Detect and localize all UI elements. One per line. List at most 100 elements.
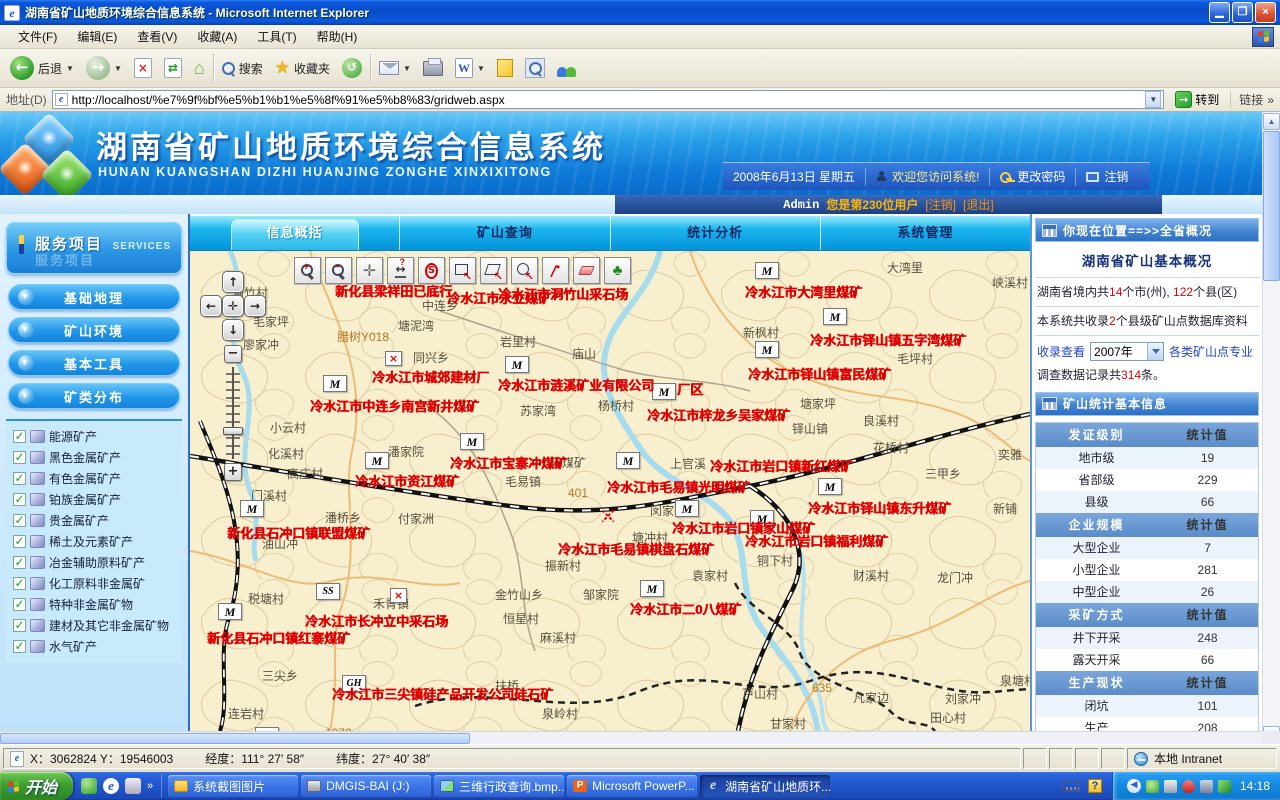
tray-icon[interactable] xyxy=(1146,780,1159,793)
scale-tool[interactable]: S xyxy=(418,257,445,284)
mine-label[interactable]: 冷水江市宝寨冲煤矿 xyxy=(450,457,567,470)
tab-信息概括[interactable]: 信息概括 xyxy=(190,216,400,250)
mine-marker[interactable]: M xyxy=(755,341,779,358)
layer-item[interactable]: ✓建材及其它非金属矿物 xyxy=(6,615,182,636)
vertical-scroll-thumb[interactable] xyxy=(1263,131,1280,281)
layer-checkbox[interactable]: ✓ xyxy=(13,535,26,548)
page-horizontal-scrollbar[interactable] xyxy=(0,731,1262,744)
sidebar-button[interactable]: ▼基础地理 xyxy=(8,284,180,310)
mine-label[interactable]: 冷水江市洞竹山采石场 xyxy=(498,288,628,301)
mine-label[interactable]: 冷水江市岩口镇福利煤矿 xyxy=(745,535,888,548)
mine-marker[interactable]: M xyxy=(652,383,676,400)
mine-marker[interactable]: M xyxy=(218,603,242,620)
tray-icon[interactable] xyxy=(1164,780,1177,793)
menu-item[interactable]: 帮助(H) xyxy=(307,25,368,48)
mine-label[interactable]: 冷水江市三尖镇硅产品开发公司硅石矿 xyxy=(332,688,553,701)
quick-launch-icon[interactable] xyxy=(125,778,141,794)
mine-symbol-marker[interactable]: DP xyxy=(255,727,279,731)
layer-checkbox[interactable]: ✓ xyxy=(13,598,26,611)
layer-item[interactable]: ✓铂族金属矿产 xyxy=(6,489,182,510)
mine-marker[interactable]: M xyxy=(460,433,484,450)
mine-label[interactable]: 冷水江市二0八煤矿 xyxy=(630,603,741,616)
sidebar-button[interactable]: ▼矿山环境 xyxy=(8,317,180,343)
mine-label[interactable]: 厂区 xyxy=(677,383,703,396)
logout-text-link[interactable]: [注销] xyxy=(925,196,956,213)
circle-select-tool[interactable]: ↖ xyxy=(511,257,538,284)
close-button[interactable]: × xyxy=(1255,2,1276,23)
layer-checkbox[interactable]: ✓ xyxy=(13,514,26,527)
sidebar-button[interactable]: ▼矿类分布 xyxy=(8,383,180,409)
horizontal-scroll-thumb[interactable] xyxy=(0,733,470,744)
eraser-tool[interactable] xyxy=(573,257,600,284)
mine-marker[interactable]: M xyxy=(823,308,847,325)
mine-marker[interactable]: M xyxy=(675,500,699,517)
mine-label[interactable]: 冷水江市长冲立中采石场 xyxy=(305,615,448,628)
page-vertical-scrollbar[interactable]: ▲ ▼ xyxy=(1262,112,1280,744)
layer-item[interactable]: ✓化工原料非金属矿 xyxy=(6,573,182,594)
layer-item[interactable]: ✓稀土及元素矿产 xyxy=(6,531,182,552)
layer-item[interactable]: ✓特种非金属矿物 xyxy=(6,594,182,615)
measure-tool[interactable]: ↔? xyxy=(387,257,414,284)
closed-mine-marker[interactable]: × xyxy=(390,588,407,603)
links-more-icon[interactable]: » xyxy=(1267,93,1274,107)
links-button[interactable]: 链接 » xyxy=(1230,91,1274,108)
taskbar-task[interactable]: 三维行政查询.bmp... xyxy=(434,775,564,798)
home-button[interactable]: ⌂ xyxy=(190,57,209,79)
pan-down-button[interactable]: ↓ xyxy=(222,319,244,341)
layer-checkbox[interactable]: ✓ xyxy=(13,577,26,590)
favorites-button[interactable]: ★ 收藏夹 xyxy=(271,58,334,79)
mine-label[interactable]: 冷水江市城郊建材厂 xyxy=(372,371,489,384)
center-map-button[interactable]: ✛ xyxy=(222,295,244,317)
layer-checkbox[interactable]: ✓ xyxy=(13,619,26,632)
layer-checkbox[interactable]: ✓ xyxy=(13,640,26,653)
scroll-up-icon[interactable]: ▲ xyxy=(1263,113,1280,130)
rect-select-tool[interactable]: ↖ xyxy=(449,257,476,284)
mine-marker[interactable]: M xyxy=(755,262,779,279)
mine-marker[interactable]: M xyxy=(818,478,842,495)
tray-collapse-icon[interactable]: ◀ xyxy=(1127,779,1141,793)
tab-系统管理[interactable]: 系统管理 xyxy=(821,216,1030,250)
stop-button[interactable]: × xyxy=(130,56,156,80)
pan-right-button[interactable]: → xyxy=(244,295,266,317)
mine-label[interactable]: 冷水江市铎山镇东升煤矿 xyxy=(808,502,951,515)
layer-checkbox[interactable]: ✓ xyxy=(13,556,26,569)
forward-dropdown-icon[interactable]: ▼ xyxy=(114,64,122,73)
mine-label[interactable]: 冷水江市毛易镇光明煤矿 xyxy=(607,481,750,494)
tab-统计分析[interactable]: 统计分析 xyxy=(611,216,821,250)
zoom-in-tool[interactable]: + xyxy=(294,257,321,284)
mine-marker[interactable]: M xyxy=(240,500,264,517)
mine-label[interactable]: 冷水江市铎山镇五字湾煤矿 xyxy=(810,334,966,347)
menu-item[interactable]: 工具(T) xyxy=(247,25,306,48)
mine-label[interactable]: 冷水江市涟溪矿业有限公司 xyxy=(498,379,654,392)
refresh-button[interactable]: ⇄ xyxy=(160,56,186,80)
ie-quick-launch-icon[interactable]: e xyxy=(103,778,119,794)
menu-item[interactable]: 编辑(E) xyxy=(67,25,127,48)
year-select[interactable]: 2007年 xyxy=(1090,342,1164,361)
layers-tree-tool[interactable]: ♣ xyxy=(604,257,631,284)
window-titlebar[interactable]: e 湖南省矿山地质环境综合信息系统 - Microsoft Internet E… xyxy=(0,0,1280,25)
mine-marker[interactable]: M xyxy=(323,375,347,392)
mine-label[interactable]: 冷水江市梓龙乡吴家煤矿 xyxy=(647,409,790,422)
address-url[interactable]: http://localhost/%e7%9f%bf%e5%b1%b1%e5%8… xyxy=(72,93,1142,107)
mine-label[interactable]: 冷水江市资江煤矿 xyxy=(355,475,459,488)
mine-label[interactable]: 冷水江市岩口镇新红煤矿 xyxy=(710,460,853,473)
zoom-out-tool[interactable]: − xyxy=(325,257,352,284)
polygon-select-tool[interactable]: ↖ xyxy=(480,257,507,284)
zoom-slider-handle[interactable] xyxy=(223,427,243,435)
start-button[interactable]: 开始 xyxy=(0,772,73,800)
quick-launch-icon[interactable] xyxy=(81,778,97,794)
exit-text-link[interactable]: [退出] xyxy=(963,196,994,213)
layer-checkbox[interactable]: ✓ xyxy=(13,451,26,464)
taskbar-task[interactable]: PMicrosoft PowerP... xyxy=(567,775,697,798)
mine-marker[interactable]: M xyxy=(616,452,640,469)
mine-symbol-marker[interactable]: SS xyxy=(316,583,340,600)
address-input[interactable]: e http://localhost/%e7%9f%bf%e5%b1%b1%e5… xyxy=(52,90,1165,109)
zoom-out-step-button[interactable]: − xyxy=(224,345,242,363)
layer-item[interactable]: ✓贵金属矿产 xyxy=(6,510,182,531)
pan-tool[interactable]: ✛ xyxy=(356,257,383,284)
zoom-slider-track[interactable] xyxy=(226,367,240,459)
keyboard-icon[interactable] xyxy=(1063,780,1080,792)
mine-marker[interactable]: M xyxy=(505,356,529,373)
tab-矿山查询[interactable]: 矿山查询 xyxy=(400,216,610,250)
taskbar-task[interactable]: 系统截图图片 xyxy=(168,775,298,798)
